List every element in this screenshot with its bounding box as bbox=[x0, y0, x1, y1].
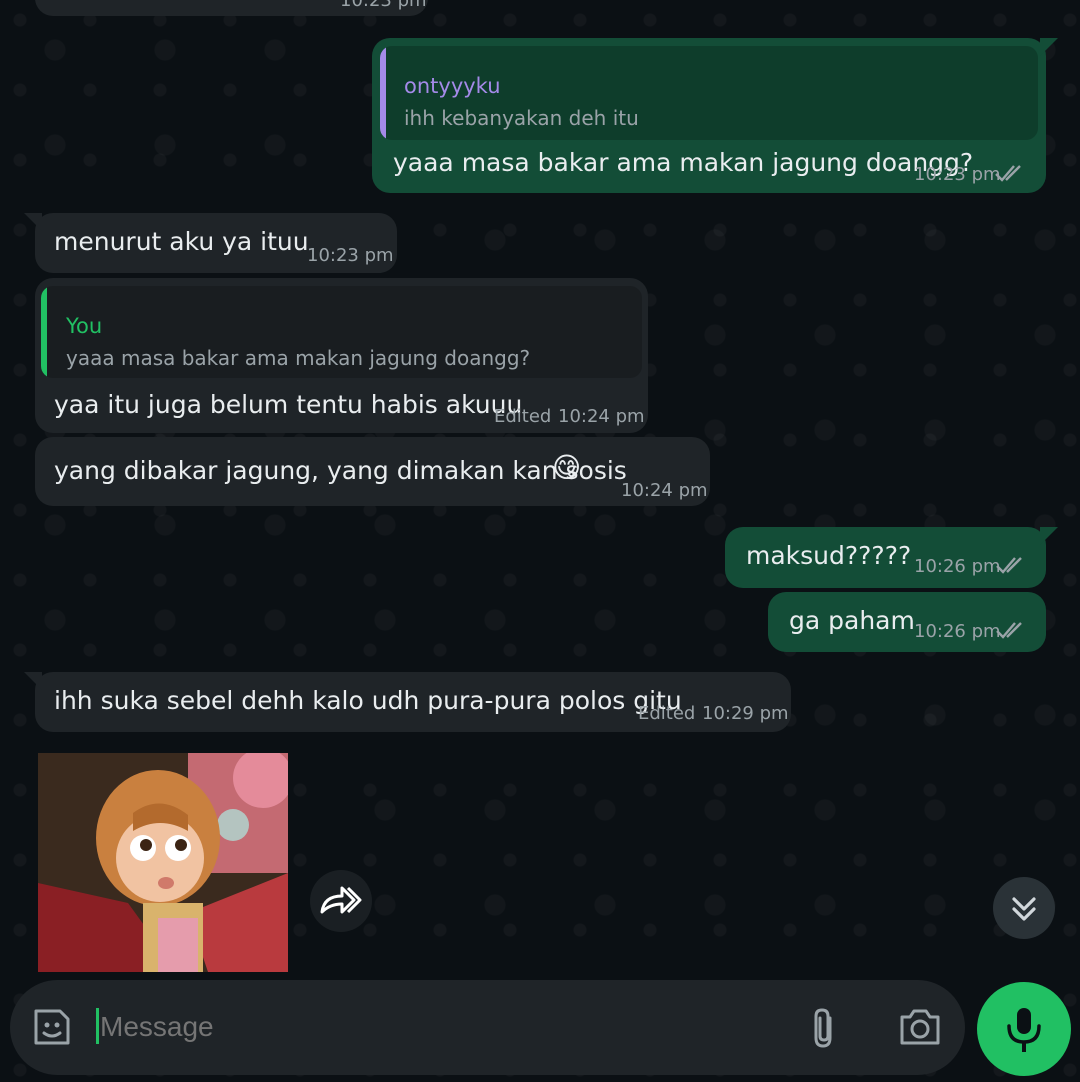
incoming-message[interactable]: You yaaa masa bakar ama makan jagung doa… bbox=[35, 278, 648, 433]
quote-author: ontyyyku bbox=[404, 74, 501, 98]
incoming-message[interactable]: ihh suka sebel dehh kalo udh pura-pura p… bbox=[35, 672, 791, 732]
yum-emoji-icon: 😋 bbox=[552, 451, 582, 484]
message-text: yaaa masa bakar ama makan jagung doangg? bbox=[393, 148, 974, 177]
attach-icon[interactable] bbox=[804, 1004, 844, 1052]
double-check-icon bbox=[996, 557, 1022, 574]
message-time: 10:23 pm bbox=[340, 0, 427, 11]
message-text: yang dibakar jagung, yang dimakan kan so… bbox=[54, 456, 627, 485]
quote-author: You bbox=[66, 314, 103, 338]
incoming-message[interactable]: yang dibakar jagung, yang dimakan kan so… bbox=[35, 437, 710, 506]
message-time: 10:26 pm bbox=[914, 621, 1001, 642]
message-text: maksud????? bbox=[746, 541, 912, 570]
quoted-reply[interactable]: You yaaa masa bakar ama makan jagung doa… bbox=[41, 286, 642, 378]
message-text: ihh suka sebel dehh kalo udh pura-pura p… bbox=[54, 686, 682, 715]
voice-message-button[interactable] bbox=[977, 982, 1071, 1076]
double-check-icon bbox=[996, 622, 1022, 639]
double-check-icon bbox=[995, 165, 1021, 182]
forward-button[interactable] bbox=[310, 870, 372, 932]
quote-text: yaaa masa bakar ama makan jagung doangg? bbox=[66, 346, 531, 370]
mic-icon bbox=[1007, 1008, 1041, 1052]
scroll-to-bottom-button[interactable] bbox=[993, 877, 1055, 939]
edited-label: Edited bbox=[494, 406, 552, 427]
cartoon-girl-sticker bbox=[38, 753, 288, 972]
message-time: 10:23 pm bbox=[914, 164, 1001, 185]
message-text: ga paham bbox=[789, 606, 915, 635]
quoted-reply[interactable]: ontyyyku ihh kebanyakan deh itu bbox=[380, 46, 1038, 140]
outgoing-message[interactable]: maksud????? 10:26 pm bbox=[725, 527, 1046, 588]
message-text: menurut aku ya ituu bbox=[54, 227, 309, 256]
partial-message-bubble[interactable]: 10:23 pm bbox=[35, 0, 428, 16]
message-time: 10:26 pm bbox=[914, 556, 1001, 577]
message-composer[interactable] bbox=[10, 980, 965, 1075]
message-time: 10:29 pm bbox=[702, 703, 789, 724]
outgoing-message[interactable]: ga paham 10:26 pm bbox=[768, 592, 1046, 652]
bubble-tail bbox=[24, 672, 42, 690]
edited-label: Edited bbox=[638, 703, 696, 724]
camera-icon[interactable] bbox=[896, 1005, 944, 1049]
quote-accent-bar bbox=[41, 286, 47, 378]
quote-accent-bar bbox=[380, 46, 386, 140]
outgoing-message[interactable]: ontyyyku ihh kebanyakan deh itu yaaa mas… bbox=[372, 38, 1046, 193]
bubble-tail bbox=[1040, 38, 1058, 56]
message-time: 10:24 pm bbox=[621, 480, 708, 501]
message-time: 10:23 pm bbox=[307, 245, 394, 266]
bubble-tail bbox=[1040, 527, 1058, 545]
sticker-message[interactable] bbox=[38, 753, 288, 972]
double-chevron-down-icon bbox=[1012, 897, 1036, 921]
incoming-message[interactable]: menurut aku ya ituu 10:23 pm bbox=[35, 213, 397, 273]
forward-icon bbox=[320, 886, 362, 914]
message-text: yaa itu juga belum tentu habis akuuu bbox=[54, 390, 523, 419]
message-time: 10:24 pm bbox=[558, 406, 645, 427]
bubble-tail bbox=[24, 213, 42, 231]
quote-text: ihh kebanyakan deh itu bbox=[404, 106, 639, 130]
sticker-icon[interactable] bbox=[30, 1005, 74, 1049]
message-input[interactable] bbox=[98, 1002, 782, 1052]
